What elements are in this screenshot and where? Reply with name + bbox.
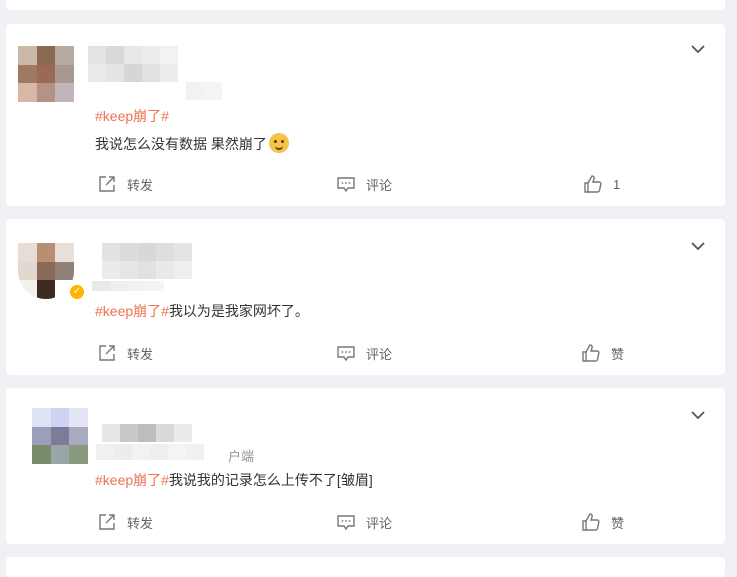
thumbs-up-icon xyxy=(582,344,600,362)
repost-label: 转发 xyxy=(127,177,154,193)
post-card: 户端 #keep崩了#我说我的记录怎么上传不了[皱眉] 转发 评论 赞 xyxy=(6,388,725,544)
like-button[interactable]: 赞 xyxy=(581,343,624,363)
like-count: 1 xyxy=(613,176,621,192)
post-actions: 转发 评论 赞 xyxy=(6,512,725,534)
post-card: ✓ #keep崩了#我以为是我家网坏了。 转发 评论 赞 xyxy=(6,219,725,375)
username-redacted xyxy=(88,46,178,82)
post-card: #keep崩了# 我说怎么没有数据 果然崩了 转发 评论 1 xyxy=(6,24,725,206)
repost-label: 转发 xyxy=(127,346,154,362)
post-text-content: 我以为是我家网坏了。 xyxy=(168,303,309,319)
post-text-content: 我说我的记录怎么上传不了[皱眉] xyxy=(168,472,373,488)
comment-label: 评论 xyxy=(366,515,393,531)
thumbs-up-icon xyxy=(582,513,600,531)
verified-badge-icon: ✓ xyxy=(70,285,84,299)
comment-bubble-icon xyxy=(337,515,355,531)
username-redacted xyxy=(102,424,192,442)
post-text: 我说怎么没有数据 果然崩了 xyxy=(95,133,289,154)
post-card-next xyxy=(6,557,725,577)
post-text: #keep崩了#我以为是我家网坏了。 xyxy=(95,301,309,321)
hashtag-link[interactable]: #keep崩了# xyxy=(95,108,169,124)
doge-emoji-icon xyxy=(268,133,289,153)
like-button[interactable]: 赞 xyxy=(581,512,624,532)
comment-button[interactable]: 评论 xyxy=(336,343,392,363)
comment-button[interactable]: 评论 xyxy=(336,174,392,194)
avatar[interactable] xyxy=(18,243,74,299)
post-source: 户端 xyxy=(228,449,255,464)
comment-bubble-icon xyxy=(337,177,355,193)
post-meta-redacted xyxy=(92,281,164,291)
comment-label: 评论 xyxy=(366,346,393,362)
post-actions: 转发 评论 赞 xyxy=(6,343,725,365)
share-arrow-icon xyxy=(99,514,115,530)
chevron-down-icon[interactable] xyxy=(689,237,707,255)
like-label: 赞 xyxy=(611,515,625,531)
like-label: 赞 xyxy=(611,346,625,362)
post-meta-redacted xyxy=(186,82,222,100)
comment-button[interactable]: 评论 xyxy=(336,512,392,532)
share-arrow-icon xyxy=(99,176,115,192)
post-meta-redacted xyxy=(96,444,204,460)
repost-label: 转发 xyxy=(127,515,154,531)
repost-button[interactable]: 转发 xyxy=(97,343,153,363)
comment-bubble-icon xyxy=(337,346,355,362)
share-arrow-icon xyxy=(99,345,115,361)
repost-button[interactable]: 转发 xyxy=(97,174,153,194)
comment-label: 评论 xyxy=(366,177,393,193)
avatar[interactable] xyxy=(18,46,74,102)
post-actions: 转发 评论 1 xyxy=(6,174,725,196)
post-hashtag-line: #keep崩了# xyxy=(95,106,169,126)
avatar[interactable] xyxy=(32,408,88,464)
like-button[interactable]: 1 xyxy=(583,174,620,194)
hashtag-link[interactable]: #keep崩了# xyxy=(95,303,169,319)
post-text-content: 我说怎么没有数据 果然崩了 xyxy=(95,136,267,152)
thumbs-up-icon xyxy=(584,175,602,193)
username-redacted xyxy=(102,243,192,279)
chevron-down-icon[interactable] xyxy=(689,406,707,424)
repost-button[interactable]: 转发 xyxy=(97,512,153,532)
post-text: #keep崩了#我说我的记录怎么上传不了[皱眉] xyxy=(95,470,373,490)
hashtag-link[interactable]: #keep崩了# xyxy=(95,472,169,488)
chevron-down-icon[interactable] xyxy=(689,40,707,58)
post-card-previous xyxy=(6,0,725,10)
